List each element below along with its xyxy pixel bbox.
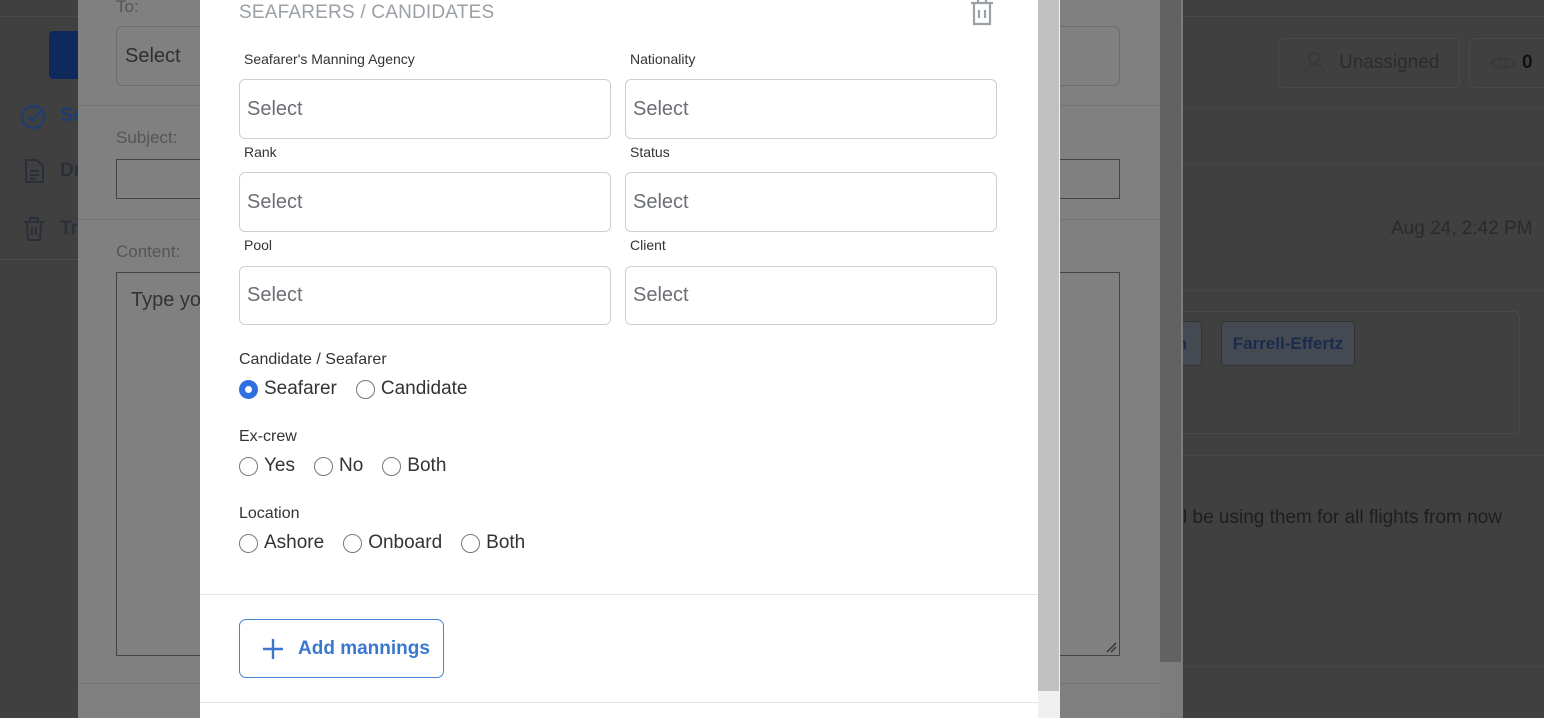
pool-select[interactable]: Select [239, 266, 611, 325]
manning-agency-value: Select [247, 97, 303, 120]
header-divider [1183, 164, 1544, 165]
location-radio-group: Ashore Onboard Both [239, 532, 544, 554]
radio-label: Seafarer [264, 378, 337, 399]
client-select[interactable]: Select [625, 266, 997, 325]
modal-divider [200, 702, 1038, 703]
user-icon [1303, 52, 1325, 75]
radio-candidate[interactable]: Candidate [355, 378, 468, 400]
manning-agency-select[interactable]: Select [239, 79, 611, 139]
modal-scrollbar-thumb[interactable] [1038, 0, 1059, 691]
ex-crew-radio-group: Yes No Both [239, 455, 465, 477]
plus-icon [263, 638, 283, 659]
header-divider [1183, 107, 1544, 108]
rank-select[interactable]: Select [239, 172, 611, 232]
to-label: To: [116, 0, 139, 16]
delete-section-button[interactable] [968, 0, 996, 26]
compose-scrollbar-thumb[interactable] [1160, 0, 1181, 662]
radio-unchecked-icon[interactable] [314, 456, 333, 476]
radio-label: No [339, 455, 364, 476]
radio-seafarer[interactable]: Seafarer [239, 378, 337, 400]
trash-icon [971, 0, 993, 26]
sidebar-item-sent[interactable]: Se [20, 102, 83, 130]
document-icon [25, 159, 44, 183]
resize-grip-icon[interactable] [1105, 641, 1117, 653]
rank-label: Rank [244, 144, 277, 160]
radio-location-ashore[interactable]: Ashore [239, 532, 324, 554]
check-circle-icon [20, 104, 46, 130]
radio-unchecked-icon[interactable] [355, 379, 375, 399]
pool-label: Pool [244, 237, 273, 253]
message-divider [1183, 290, 1544, 291]
radio-label: Both [486, 532, 526, 553]
message-divider [1183, 666, 1544, 667]
radio-ex-crew-both[interactable]: Both [382, 455, 446, 477]
client-label: Client [630, 237, 666, 253]
nationality-select[interactable]: Select [625, 79, 997, 139]
nationality-value: Select [633, 97, 689, 120]
assignee-label: Unassigned [1339, 52, 1440, 73]
add-mannings-button[interactable]: Add mannings [239, 619, 444, 678]
status-value: Select [633, 190, 689, 213]
to-select-value: Select [125, 44, 181, 67]
tag-chip[interactable]: Farrell-Effertz [1221, 321, 1355, 366]
eye-icon [1490, 56, 1516, 70]
modal-divider [200, 594, 1038, 595]
radio-ex-crew-yes[interactable]: Yes [239, 455, 295, 477]
location-label: Location [239, 505, 300, 522]
client-value: Select [633, 284, 689, 306]
status-select[interactable]: Select [625, 172, 997, 232]
radio-ex-crew-no[interactable]: No [314, 455, 363, 477]
message-body: l be using them for all flights from now [1183, 507, 1502, 528]
radio-label: Ashore [264, 532, 325, 553]
radio-unchecked-icon[interactable] [239, 533, 258, 553]
content-label: Content: [116, 242, 181, 261]
message-date: Aug 24, 2:42 PM [1391, 218, 1533, 239]
message-divider [1183, 455, 1544, 456]
radio-location-onboard[interactable]: Onboard [343, 532, 442, 554]
radio-unchecked-icon[interactable] [343, 533, 363, 553]
manning-agency-label: Seafarer's Manning Agency [244, 51, 415, 67]
assignee-chip[interactable]: Unassigned [1278, 38, 1460, 88]
views-count: 0 [1522, 52, 1533, 73]
pool-value: Select [247, 284, 303, 306]
radio-label: Yes [264, 455, 295, 476]
radio-checked-icon[interactable] [239, 379, 258, 399]
nationality-label: Nationality [630, 51, 696, 67]
radio-label: Onboard [368, 532, 443, 553]
add-mannings-label: Add mannings [298, 637, 430, 659]
sidebar-divider [0, 259, 80, 260]
radio-unchecked-icon[interactable] [382, 456, 402, 476]
trash-icon [24, 217, 44, 241]
radio-label: Both [407, 455, 447, 476]
radio-unchecked-icon[interactable] [239, 456, 258, 476]
radio-location-both[interactable]: Both [461, 532, 525, 554]
radio-label: Candidate [380, 378, 468, 399]
subject-label: Subject: [116, 128, 178, 147]
section-title: SEAFARERS / CANDIDATES [239, 2, 495, 23]
candidate-seafarer-label: Candidate / Seafarer [239, 351, 387, 368]
views-chip[interactable]: 0 [1469, 38, 1544, 88]
candidate-seafarer-radio-group: Seafarer Candidate [239, 378, 487, 400]
rank-value: Select [247, 190, 303, 213]
sidebar-item-drafts[interactable]: Dr [20, 157, 81, 185]
ex-crew-label: Ex-crew [239, 428, 297, 445]
status-label: Status [630, 144, 670, 160]
radio-unchecked-icon[interactable] [461, 533, 481, 553]
